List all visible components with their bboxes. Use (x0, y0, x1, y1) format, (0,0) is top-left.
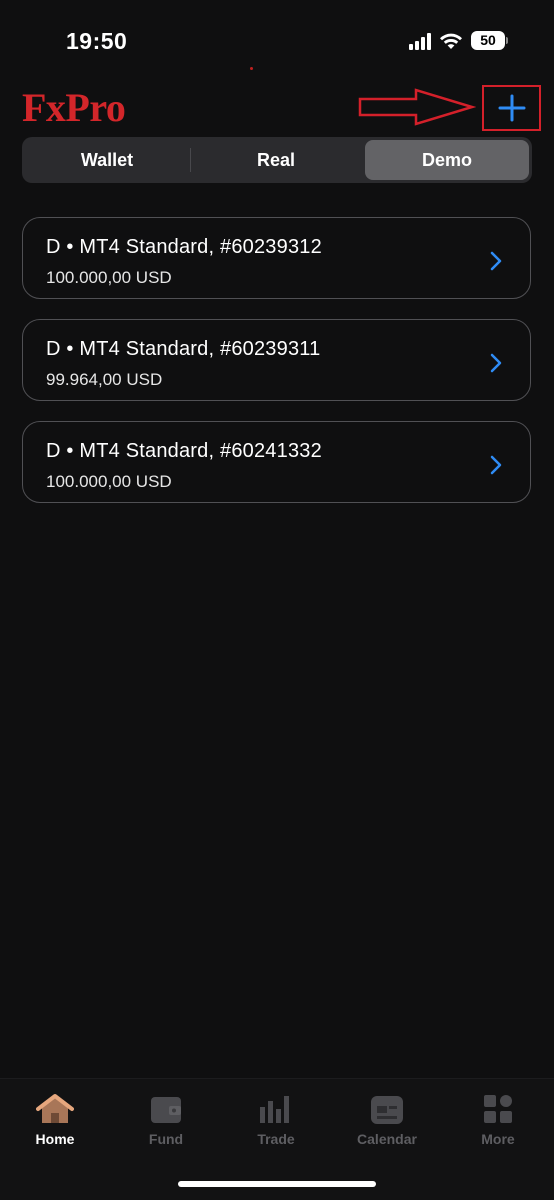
status-bar: 19:50 50 (0, 0, 554, 80)
tab-calendar[interactable]: Calendar (332, 1093, 442, 1147)
tab-fund[interactable]: Fund (111, 1093, 221, 1147)
tab-label: More (481, 1131, 515, 1147)
chevron-right-icon (490, 353, 502, 373)
wifi-icon (440, 33, 462, 49)
account-type-segmented-control: Wallet Real Demo (22, 137, 532, 183)
screen: 19:50 50 FxPro Wallet Real Demo D • MT4 … (0, 0, 554, 1200)
account-card[interactable]: D • MT4 Standard, #60239312 100.000,00 U… (22, 217, 531, 299)
tab-more[interactable]: More (443, 1093, 553, 1147)
red-dot (250, 67, 253, 70)
tab-home[interactable]: Home (0, 1093, 110, 1147)
tab-label: Calendar (357, 1131, 417, 1147)
account-card[interactable]: D • MT4 Standard, #60241332 100.000,00 U… (22, 421, 531, 503)
battery-icon: 50 (471, 31, 508, 50)
fxpro-logo: FxPro (22, 85, 126, 130)
bar-chart-icon (260, 1096, 289, 1123)
account-balance: 100.000,00 USD (46, 472, 172, 491)
account-balance: 100.000,00 USD (46, 268, 172, 287)
segment-wallet[interactable]: Wallet (24, 140, 190, 180)
plus-icon (498, 94, 525, 122)
segment-demo[interactable]: Demo (365, 140, 529, 180)
status-icons: 50 (409, 31, 508, 50)
grid-icon (484, 1095, 512, 1123)
battery-tip (506, 37, 508, 44)
home-indicator[interactable] (178, 1181, 376, 1187)
tab-label: Fund (148, 1131, 184, 1147)
segment-real[interactable]: Real (192, 140, 360, 180)
account-balance: 99.964,00 USD (46, 370, 163, 389)
account-title: D • MT4 Standard, #60241332 (46, 440, 322, 462)
home-icon (36, 1094, 74, 1123)
tab-label: Trade (257, 1131, 295, 1147)
status-time: 19:50 (66, 28, 128, 54)
tab-label: Home (35, 1131, 75, 1147)
signal-icon (409, 32, 431, 50)
tab-trade[interactable]: Trade (221, 1093, 331, 1147)
chevron-right-icon (490, 455, 502, 475)
wallet-icon (151, 1097, 181, 1123)
account-card[interactable]: D • MT4 Standard, #60239311 99.964,00 US… (22, 319, 531, 401)
account-title: D • MT4 Standard, #60239312 (46, 236, 322, 258)
add-account-button[interactable] (482, 85, 541, 131)
account-title: D • MT4 Standard, #60239311 (46, 338, 321, 360)
arrow-right-icon (358, 88, 476, 126)
battery-level: 50 (471, 31, 505, 50)
segment-divider (190, 148, 191, 172)
calendar-icon (371, 1096, 403, 1124)
chevron-right-icon (490, 251, 502, 271)
